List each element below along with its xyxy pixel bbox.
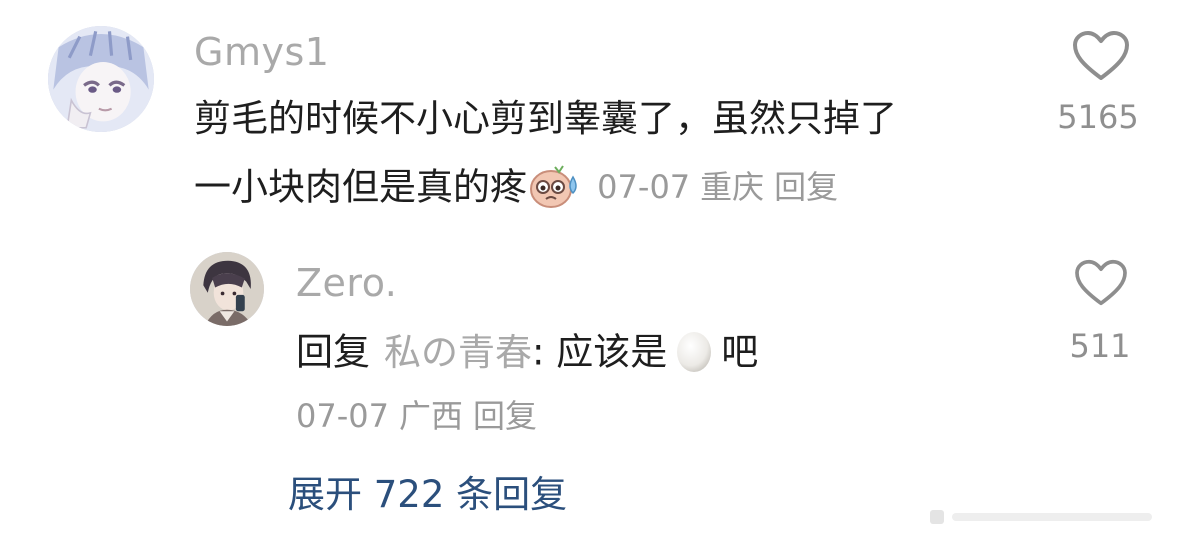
reply-prefix: 回复 bbox=[296, 330, 370, 374]
reply-date: 07-07 bbox=[296, 397, 389, 435]
reply-location: 广西 bbox=[398, 397, 463, 435]
reply-meta: 07-07 广西 回复 bbox=[296, 400, 537, 432]
reply-text: : 应该是 bbox=[532, 330, 668, 374]
reply-button[interactable]: 回复 bbox=[473, 397, 537, 435]
heart-icon[interactable] bbox=[1072, 30, 1130, 82]
avatar-anime-girl-icon bbox=[48, 26, 154, 132]
avatar[interactable] bbox=[48, 26, 154, 132]
watermark bbox=[930, 504, 1170, 530]
like-count: 5165 bbox=[1057, 98, 1139, 136]
comment-date: 07-07 bbox=[597, 167, 691, 206]
heart-icon[interactable] bbox=[1074, 259, 1128, 307]
reply-text-line: 回复 私の青春: 应该是 吧 bbox=[296, 331, 758, 377]
comment-text-line: 一小块肉但是真的疼 07-07 重庆 回复 bbox=[194, 163, 838, 212]
avatar[interactable] bbox=[190, 252, 264, 326]
comment-text-span: 一小块肉但是真的疼 bbox=[194, 165, 527, 209]
expand-replies-button[interactable]: 展开 722 条回复 bbox=[288, 476, 567, 513]
reply-target-user[interactable]: 私の青春 bbox=[384, 331, 532, 374]
egg-emoji-icon bbox=[671, 328, 717, 374]
sweat-face-emoji-icon bbox=[527, 163, 581, 209]
reply-username[interactable]: Zero. bbox=[296, 264, 397, 302]
comment-text-line: 剪毛的时候不小心剪到睾囊了，虽然只掉了 bbox=[194, 97, 897, 140]
comment-username[interactable]: Gmys1 bbox=[194, 33, 329, 71]
comment-location: 重庆 bbox=[700, 167, 765, 206]
reply-button[interactable]: 回复 bbox=[774, 168, 838, 206]
like-count: 511 bbox=[1069, 327, 1131, 365]
reply-suffix: 吧 bbox=[721, 330, 759, 374]
avatar-boy-icon bbox=[190, 252, 264, 326]
